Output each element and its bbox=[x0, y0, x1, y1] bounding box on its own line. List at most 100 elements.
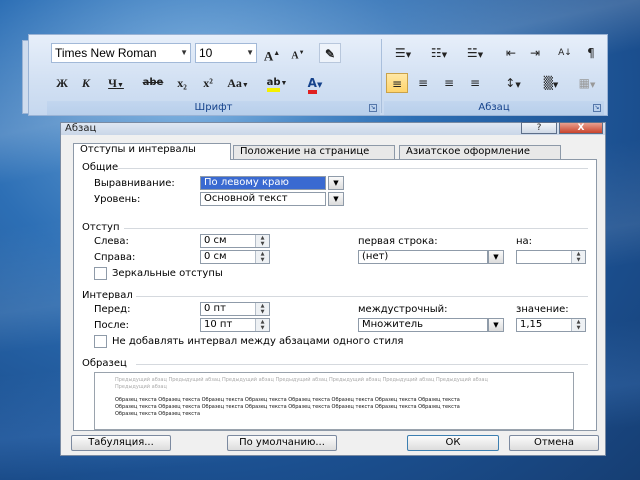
sort-button[interactable]: A↓ bbox=[554, 43, 576, 63]
spacing-section-title: Интервал bbox=[82, 290, 133, 301]
multilevel-list-button[interactable]: ☱▼ bbox=[458, 43, 492, 63]
tabs-button-label: Табуляция... bbox=[88, 437, 154, 448]
no-space-same-style-label: Не добавлять интервал между абзацами одн… bbox=[112, 336, 404, 347]
indent-right-label: Справа: bbox=[94, 252, 136, 263]
preview-previous-paragraph: Предыдущий абзац bbox=[115, 384, 167, 390]
align-right-button[interactable]: ≡ bbox=[438, 73, 460, 93]
spacing-after-input[interactable]: 10 пт ▲ ▼ bbox=[200, 318, 270, 332]
clear-formatting-button[interactable]: ✎ bbox=[319, 43, 341, 63]
paint-bucket-icon: ▒ bbox=[543, 76, 553, 90]
chevron-down-icon[interactable]: ▼ bbox=[488, 250, 504, 264]
grow-font-button[interactable]: A▲ bbox=[261, 43, 283, 63]
align-center-button[interactable]: ≡ bbox=[412, 73, 434, 93]
font-group: Times New Roman ▼ 10 ▼ A▲ A▼ ✎ Ж К Ч▼ ab… bbox=[47, 37, 380, 115]
increase-indent-button[interactable]: ⇥ bbox=[524, 43, 546, 63]
line-spacing-at-input[interactable]: 1,15 ▲ ▼ bbox=[516, 318, 586, 332]
bullets-icon: ☰ bbox=[394, 46, 406, 60]
align-left-button[interactable]: ≡ bbox=[386, 73, 408, 93]
tab-label: Положение на странице bbox=[240, 146, 370, 157]
font-color-icon: A bbox=[307, 76, 317, 94]
strikethrough-button[interactable]: abe bbox=[139, 73, 167, 93]
dialog-titlebar[interactable]: Абзац ? X bbox=[61, 122, 605, 135]
outline-level-value: Основной текст bbox=[204, 193, 288, 204]
italic-icon: К bbox=[81, 76, 91, 90]
change-case-icon: Aa bbox=[227, 76, 242, 90]
bullets-button[interactable]: ☰▼ bbox=[386, 43, 420, 63]
dialog-title: Абзац bbox=[65, 123, 97, 134]
bold-button[interactable]: Ж bbox=[51, 73, 73, 93]
decrease-indent-icon: ⇤ bbox=[505, 46, 517, 60]
chevron-down-icon[interactable]: ▼ bbox=[246, 44, 254, 62]
preview-sample-text: Образец текста Образец текста Образец те… bbox=[115, 397, 460, 403]
line-spacing-select[interactable]: Множитель bbox=[358, 318, 488, 332]
align-right-icon: ≡ bbox=[443, 76, 455, 90]
change-case-button[interactable]: Aa▼ bbox=[223, 73, 253, 93]
bold-icon: Ж bbox=[56, 76, 68, 90]
paragraph-dialog-launcher-icon[interactable]: ↘ bbox=[593, 104, 601, 112]
spinner-icon[interactable]: ▲ ▼ bbox=[255, 235, 269, 247]
font-size-combo[interactable]: 10 ▼ bbox=[195, 43, 257, 63]
grow-font-icon: A bbox=[263, 48, 274, 64]
numbering-button[interactable]: ☷▼ bbox=[422, 43, 456, 63]
spacing-after-label: После: bbox=[94, 320, 130, 331]
mirror-indents-checkbox[interactable] bbox=[94, 267, 107, 280]
first-line-select[interactable]: (нет) bbox=[358, 250, 488, 264]
borders-icon: ▦ bbox=[578, 76, 590, 90]
font-dialog-launcher-icon[interactable]: ↘ bbox=[369, 104, 377, 112]
paragraph-dialog: Абзац ? X Отступы и интервалы Положение … bbox=[60, 122, 606, 456]
ok-button[interactable]: ОК bbox=[407, 435, 499, 451]
tab-asian-typography[interactable]: Азиатское оформление bbox=[399, 145, 561, 159]
help-button[interactable]: ? bbox=[521, 122, 557, 134]
cancel-button[interactable]: Отмена bbox=[509, 435, 599, 451]
no-space-same-style-checkbox[interactable] bbox=[94, 335, 107, 348]
indent-right-input[interactable]: 0 см ▲ ▼ bbox=[200, 250, 270, 264]
italic-button[interactable]: К bbox=[75, 73, 97, 93]
outline-level-select[interactable]: Основной текст bbox=[200, 192, 326, 206]
close-icon: X bbox=[577, 123, 585, 133]
show-marks-button[interactable]: ¶ bbox=[580, 43, 602, 63]
alignment-select[interactable]: По левому краю bbox=[200, 176, 326, 190]
tab-indents-spacing[interactable]: Отступы и интервалы bbox=[73, 143, 231, 160]
line-spacing-label: междустрочный: bbox=[358, 304, 448, 315]
spinner-icon[interactable]: ▲ ▼ bbox=[255, 303, 269, 315]
decrease-indent-button[interactable]: ⇤ bbox=[500, 43, 522, 63]
set-default-button[interactable]: По умолчанию... bbox=[227, 435, 337, 451]
spinner-icon[interactable]: ▲ ▼ bbox=[255, 319, 269, 331]
close-button[interactable]: X bbox=[559, 122, 603, 134]
shading-button[interactable]: ▒▼ bbox=[534, 73, 568, 93]
spinner-icon[interactable]: ▲ ▼ bbox=[571, 251, 585, 263]
tabs-button[interactable]: Табуляция... bbox=[71, 435, 171, 451]
line-spacing-button[interactable]: ↕▼ bbox=[496, 73, 530, 93]
preview-sample-text: Образец текста Образец текста Образец те… bbox=[115, 404, 460, 410]
chevron-down-icon[interactable]: ▼ bbox=[488, 318, 504, 332]
borders-button[interactable]: ▦▼ bbox=[572, 73, 602, 93]
shrink-font-button[interactable]: A▼ bbox=[287, 43, 309, 63]
divider bbox=[118, 168, 588, 169]
pilcrow-icon: ¶ bbox=[587, 46, 595, 60]
first-line-label: первая строка: bbox=[358, 236, 438, 247]
tab-label: Азиатское оформление bbox=[406, 146, 531, 157]
font-color-button[interactable]: A▼ bbox=[299, 73, 331, 94]
indent-by-input[interactable]: ▲ ▼ bbox=[516, 250, 586, 264]
paragraph-group: ☰▼ ☷▼ ☱▼ ⇤ ⇥ A↓ ¶ ≡ ≡ ≡ ≡ ↕▼ ▒▼ ▦▼ Абзац… bbox=[384, 37, 604, 115]
superscript-button[interactable]: x² bbox=[197, 73, 219, 93]
ribbon: Times New Roman ▼ 10 ▼ A▲ A▼ ✎ Ж К Ч▼ ab… bbox=[28, 34, 608, 116]
ok-button-label: ОК bbox=[445, 437, 461, 448]
spinner-icon[interactable]: ▲ ▼ bbox=[571, 319, 585, 331]
spacing-before-input[interactable]: 0 пт ▲ ▼ bbox=[200, 302, 270, 316]
indent-left-label: Слева: bbox=[94, 236, 129, 247]
justify-button[interactable]: ≡ bbox=[464, 73, 486, 93]
chevron-down-icon[interactable]: ▼ bbox=[180, 44, 188, 62]
highlight-button[interactable]: ab▼ bbox=[261, 73, 293, 93]
spinner-icon[interactable]: ▲ ▼ bbox=[255, 251, 269, 263]
font-name-combo[interactable]: Times New Roman ▼ bbox=[51, 43, 191, 63]
justify-icon: ≡ bbox=[469, 76, 481, 90]
line-spacing-at-value: 1,15 bbox=[520, 319, 543, 330]
subscript-button[interactable]: x₂ bbox=[171, 73, 193, 93]
underline-button[interactable]: Ч▼ bbox=[101, 73, 131, 93]
shrink-font-icon: A bbox=[291, 50, 299, 62]
indent-left-input[interactable]: 0 см ▲ ▼ bbox=[200, 234, 270, 248]
tab-line-page-breaks[interactable]: Положение на странице bbox=[233, 145, 395, 159]
chevron-down-icon[interactable]: ▼ bbox=[328, 176, 344, 190]
chevron-down-icon[interactable]: ▼ bbox=[328, 192, 344, 206]
